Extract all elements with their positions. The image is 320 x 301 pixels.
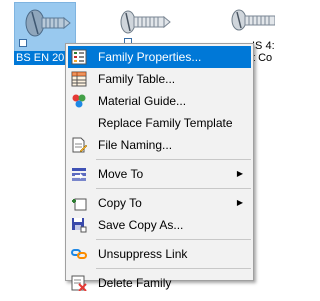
- context-menu: Family Properties... Family Table... Mat…: [65, 43, 254, 291]
- family-thumbnail-label[interactable]: IS 4: t Co: [252, 40, 275, 64]
- move-to-icon: [71, 166, 87, 182]
- screw-icon: [231, 9, 275, 31]
- submenu-arrow-icon: ▶: [236, 169, 243, 178]
- menu-item-unsuppress-link[interactable]: Unsuppress Link: [68, 243, 251, 265]
- menu-separator: [96, 188, 251, 189]
- link-badge-icon: [19, 39, 27, 47]
- menu-item-replace-family-template[interactable]: Replace Family Template: [68, 112, 251, 134]
- menu-item-move-to[interactable]: Move To ▶: [68, 163, 251, 185]
- family-thumbnail[interactable]: [228, 6, 275, 42]
- menu-separator: [96, 239, 251, 240]
- copy-to-icon: [71, 195, 87, 211]
- menu-item-file-naming[interactable]: File Naming...: [68, 134, 251, 156]
- menu-item-delete-family[interactable]: Delete Family: [68, 272, 251, 294]
- family-properties-icon: [71, 49, 87, 65]
- unsuppress-link-icon: [71, 246, 87, 262]
- menu-item-save-copy-as[interactable]: Save Copy As...: [68, 214, 251, 236]
- submenu-arrow-icon: ▶: [236, 198, 243, 207]
- menu-item-family-table[interactable]: Family Table...: [68, 68, 251, 90]
- menu-item-copy-to[interactable]: Copy To ▶: [68, 192, 251, 214]
- menu-item-family-properties[interactable]: Family Properties...: [68, 46, 251, 68]
- menu-item-material-guide[interactable]: Material Guide...: [68, 90, 251, 112]
- menu-separator: [96, 268, 251, 269]
- file-naming-icon: [71, 137, 87, 153]
- menu-separator: [96, 159, 251, 160]
- family-table-icon: [71, 71, 87, 87]
- delete-family-icon: [71, 275, 87, 291]
- material-guide-icon: [71, 93, 87, 109]
- save-copy-icon: [71, 217, 87, 233]
